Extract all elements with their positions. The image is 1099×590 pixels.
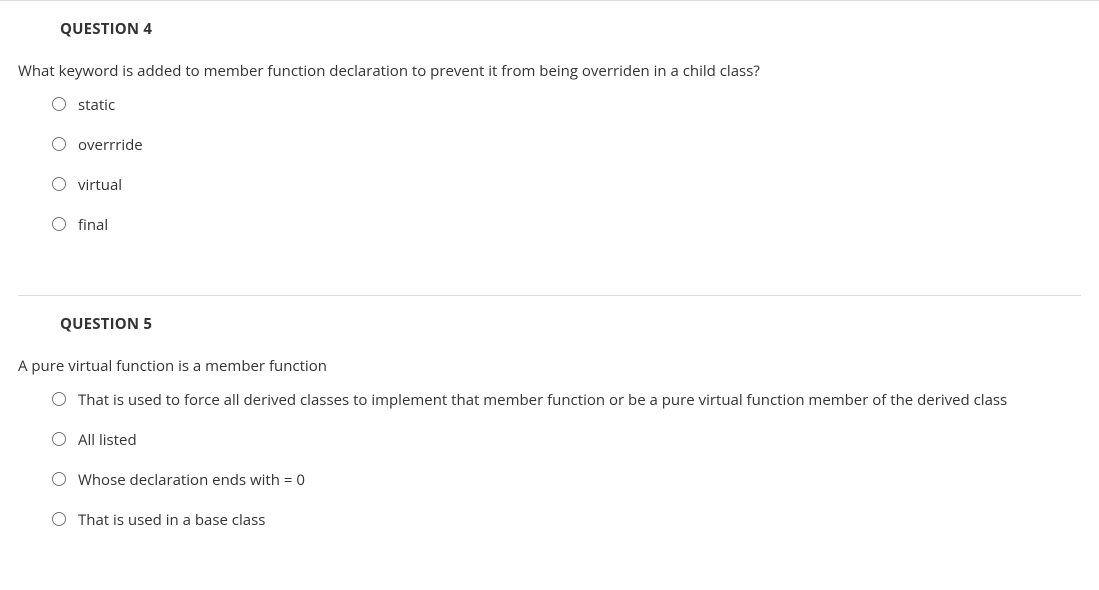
option-label[interactable]: static xyxy=(78,95,115,115)
options-list: That is used to force all derived classe… xyxy=(52,390,1099,530)
option-label[interactable]: virtual xyxy=(78,175,122,195)
radio-option[interactable] xyxy=(52,137,66,151)
option-row: Whose declaration ends with = 0 xyxy=(52,470,1099,490)
radio-option[interactable] xyxy=(52,217,66,231)
option-row: overrride xyxy=(52,135,1099,155)
radio-option[interactable] xyxy=(52,432,66,446)
radio-option[interactable] xyxy=(52,97,66,111)
question-block-5: QUESTION 5 A pure virtual function is a … xyxy=(0,296,1099,590)
option-row: final xyxy=(52,215,1099,235)
radio-option[interactable] xyxy=(52,177,66,191)
option-label[interactable]: All listed xyxy=(78,430,137,450)
option-row: virtual xyxy=(52,175,1099,195)
radio-option[interactable] xyxy=(52,472,66,486)
option-row: All listed xyxy=(52,430,1099,450)
option-label[interactable]: That is used in a base class xyxy=(78,510,265,530)
option-row: That is used to force all derived classe… xyxy=(52,390,1099,410)
radio-option[interactable] xyxy=(52,392,66,406)
question-text: What keyword is added to member function… xyxy=(18,61,1099,81)
question-title: QUESTION 5 xyxy=(60,314,1099,334)
radio-option[interactable] xyxy=(52,512,66,526)
option-label[interactable]: Whose declaration ends with = 0 xyxy=(78,470,305,490)
options-list: static overrride virtual final xyxy=(52,95,1099,235)
question-text: A pure virtual function is a member func… xyxy=(18,356,1099,376)
option-label[interactable]: final xyxy=(78,215,108,235)
question-block-4: QUESTION 4 What keyword is added to memb… xyxy=(0,0,1099,295)
question-title: QUESTION 4 xyxy=(60,19,1099,39)
option-row: static xyxy=(52,95,1099,115)
option-label[interactable]: That is used to force all derived classe… xyxy=(78,390,1007,410)
option-row: That is used in a base class xyxy=(52,510,1099,530)
option-label[interactable]: overrride xyxy=(78,135,143,155)
